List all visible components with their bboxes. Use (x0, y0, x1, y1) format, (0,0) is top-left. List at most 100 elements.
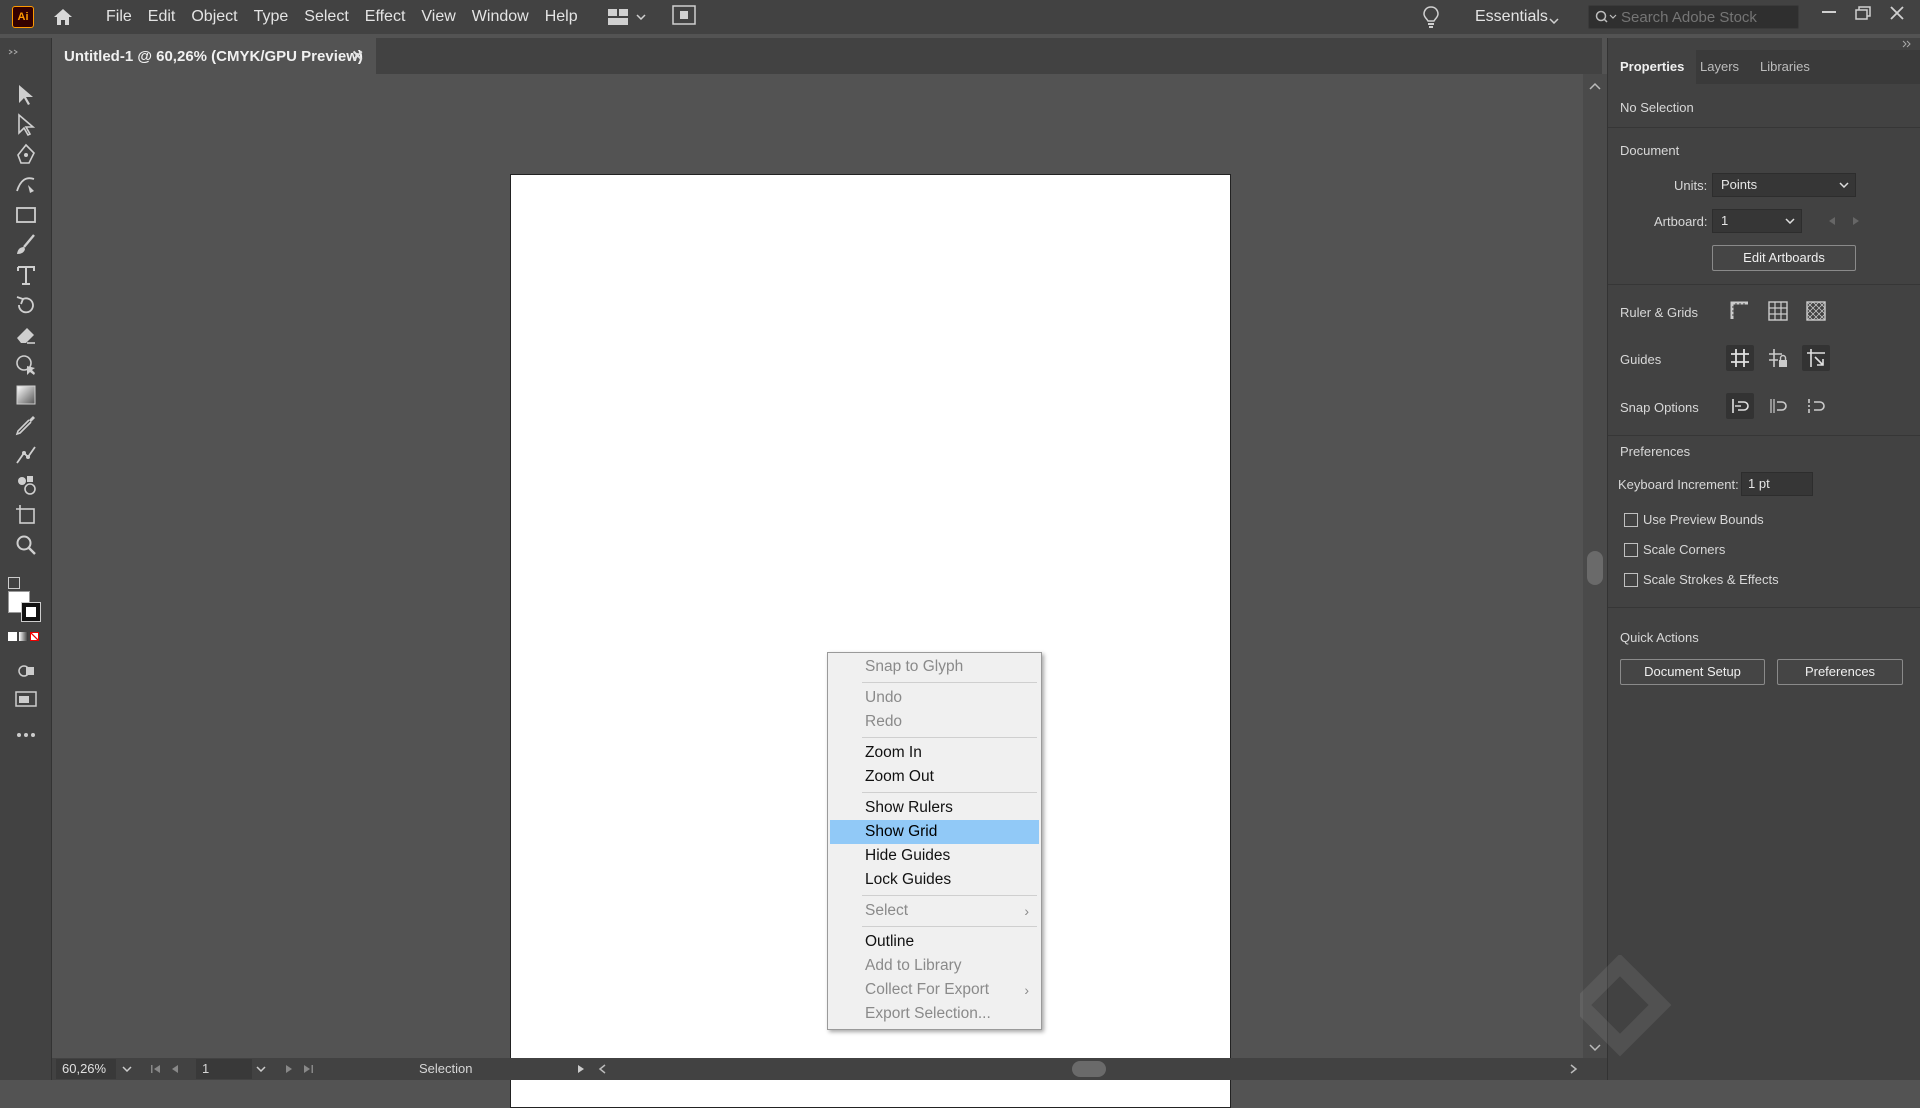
context-menu-show-rulers[interactable]: Show Rulers (830, 796, 1039, 820)
pen-tool-icon[interactable] (12, 142, 40, 168)
arrange-documents-icon[interactable] (671, 4, 696, 30)
context-menu-undo[interactable]: Undo (830, 686, 1039, 710)
zoom-level-field[interactable]: 60,26% (56, 1059, 116, 1079)
collapse-panel-icon[interactable] (1902, 40, 1912, 48)
home-icon[interactable] (50, 4, 76, 30)
context-menu-hide-guides[interactable]: Hide Guides (830, 844, 1039, 868)
tab-layers[interactable]: Layers (1700, 50, 1739, 84)
context-menu-add-to-library[interactable]: Add to Library (830, 954, 1039, 978)
close-tab-icon[interactable]: ✕ (351, 47, 364, 65)
minimize-icon[interactable] (1812, 0, 1846, 26)
chevron-down-icon[interactable] (1549, 11, 1559, 29)
context-menu-zoom-out[interactable]: Zoom Out (830, 765, 1039, 789)
workspace-switcher[interactable] (607, 9, 646, 25)
tab-properties[interactable]: Properties (1608, 50, 1697, 84)
preferences-button[interactable]: Preferences (1777, 659, 1903, 685)
next-artboard-icon[interactable] (284, 1064, 294, 1074)
transparency-grid-icon[interactable] (1802, 298, 1830, 324)
scroll-right-icon[interactable] (1570, 1064, 1578, 1074)
document-setup-button[interactable]: Document Setup (1620, 659, 1765, 685)
gradient-tool-icon[interactable] (12, 382, 40, 408)
more-tools-icon[interactable] (12, 722, 40, 748)
context-menu-lock-guides[interactable]: Lock Guides (830, 868, 1039, 892)
panel-grip-icon[interactable] (8, 42, 26, 55)
show-guides-icon[interactable] (1726, 345, 1754, 371)
context-menu-zoom-in[interactable]: Zoom In (830, 741, 1039, 765)
show-grid-icon[interactable] (1764, 298, 1792, 324)
snap-to-pixel-icon[interactable] (1802, 393, 1830, 419)
symbol-sprayer-tool-icon[interactable] (12, 472, 40, 498)
menu-select[interactable]: Select (296, 0, 356, 34)
menu-window[interactable]: Window (464, 0, 537, 34)
tab-libraries[interactable]: Libraries (1760, 50, 1810, 84)
puppet-warp-tool-icon[interactable] (12, 442, 40, 468)
use-preview-bounds-checkbox[interactable]: Use Preview Bounds (1624, 512, 1764, 527)
color-mode-icons[interactable] (8, 632, 39, 641)
paintbrush-tool-icon[interactable] (12, 232, 40, 258)
edit-artboards-button[interactable]: Edit Artboards (1712, 245, 1856, 271)
gradient-icon[interactable] (19, 632, 28, 641)
zoom-tool-icon[interactable] (12, 532, 40, 558)
checkbox-box[interactable] (1624, 512, 1638, 527)
menu-type[interactable]: Type (246, 0, 297, 34)
menu-help[interactable]: Help (537, 0, 586, 34)
context-menu-select[interactable]: Select › (830, 899, 1039, 923)
context-menu-show-grid[interactable]: Show Grid (830, 820, 1039, 844)
scroll-left-icon[interactable] (598, 1064, 606, 1074)
artboard-select[interactable]: 1 (1712, 209, 1802, 233)
show-rulers-icon[interactable] (1726, 298, 1754, 324)
snap-to-grid-icon[interactable] (1764, 393, 1792, 419)
menu-effect[interactable]: Effect (357, 0, 414, 34)
eyedropper-tool-icon[interactable] (12, 412, 40, 438)
lock-guides-icon[interactable] (1764, 345, 1792, 371)
snap-to-point-icon[interactable] (1726, 393, 1754, 419)
menu-view[interactable]: View (413, 0, 463, 34)
context-menu-export-selection[interactable]: Export Selection... (830, 1002, 1039, 1026)
canvas-area[interactable] (52, 74, 1583, 1108)
status-tool-label[interactable]: Selection (419, 1061, 472, 1076)
menu-object[interactable]: Object (183, 0, 245, 34)
curvature-tool-icon[interactable] (12, 172, 40, 198)
fill-stroke-swatch[interactable] (6, 577, 44, 625)
draw-mode-icon[interactable] (12, 658, 40, 684)
chevron-down-icon[interactable] (256, 1066, 266, 1072)
color-icon[interactable] (8, 632, 17, 641)
scale-strokes-checkbox[interactable]: Scale Strokes & Effects (1624, 572, 1779, 587)
context-menu-outline[interactable]: Outline (830, 930, 1039, 954)
previous-artboard-icon[interactable] (1828, 216, 1836, 226)
screen-mode-icon[interactable] (12, 686, 40, 712)
artboard-number-field[interactable]: 1 (196, 1059, 252, 1079)
restore-icon[interactable] (1846, 0, 1880, 26)
type-tool-icon[interactable] (12, 262, 40, 288)
checkbox-box[interactable] (1624, 572, 1638, 587)
rotate-tool-icon[interactable] (12, 292, 40, 318)
units-select[interactable]: Points (1712, 173, 1856, 197)
scale-corners-checkbox[interactable]: Scale Corners (1624, 542, 1725, 557)
vertical-scrollbar[interactable] (1583, 74, 1607, 1058)
discover-bulb-icon[interactable] (1422, 5, 1440, 34)
menu-file[interactable]: File (98, 0, 140, 34)
direct-selection-tool-icon[interactable] (12, 112, 40, 138)
shape-builder-tool-icon[interactable] (12, 352, 40, 378)
selection-tool-icon[interactable] (12, 82, 40, 108)
context-menu-collect-for-export[interactable]: Collect For Export › (830, 978, 1039, 1002)
stroke-swatch[interactable] (21, 602, 41, 622)
vertical-scroll-thumb[interactable] (1587, 551, 1603, 585)
smart-guides-icon[interactable] (1802, 345, 1830, 371)
stock-search-box[interactable] (1588, 5, 1799, 29)
status-menu-icon[interactable] (577, 1064, 585, 1074)
first-artboard-icon[interactable] (150, 1064, 162, 1074)
horizontal-scroll-thumb[interactable] (1072, 1061, 1106, 1077)
search-input[interactable] (1621, 8, 1791, 26)
eraser-tool-icon[interactable] (12, 322, 40, 348)
context-menu-redo[interactable]: Redo (830, 710, 1039, 734)
menu-edit[interactable]: Edit (140, 0, 184, 34)
close-window-icon[interactable] (1880, 0, 1914, 26)
next-artboard-icon[interactable] (1852, 216, 1860, 226)
artboard-tool-icon[interactable] (12, 502, 40, 528)
rectangle-tool-icon[interactable] (12, 202, 40, 228)
previous-artboard-icon[interactable] (170, 1064, 180, 1074)
scroll-up-icon[interactable] (1589, 82, 1601, 90)
checkbox-box[interactable] (1624, 542, 1638, 557)
last-artboard-icon[interactable] (302, 1064, 314, 1074)
